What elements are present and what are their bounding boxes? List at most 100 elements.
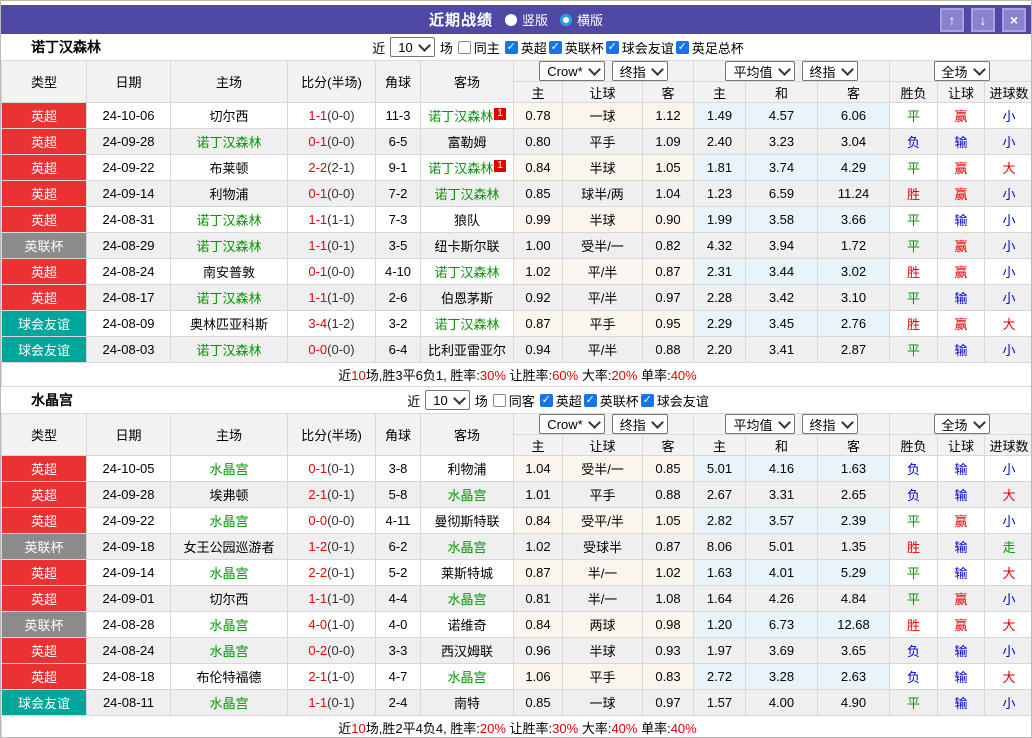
team-name-text: 诺丁汉森林 [196,135,262,150]
average-select[interactable]: 平均值 [725,414,795,434]
result-handicap: 输 [937,336,985,363]
result-goals: 小 [983,637,1031,664]
match-date: 24-09-14 [86,180,171,207]
final-odds-select-2[interactable]: 终指 [801,61,858,81]
score-cell: 4-0(1-0) [287,611,376,638]
window-controls: ↑ ↓ × [940,7,1026,32]
league-filter[interactable]: ✓ 球会友谊 [605,38,674,57]
result-outcome: 胜 [889,258,938,285]
col-home: 主场 [170,60,288,103]
corners: 3-3 [375,637,421,664]
corners: 11-3 [375,102,421,129]
result-goals: 大 [983,481,1031,508]
checkbox-checked-icon[interactable]: ✓ [504,40,518,54]
scope-select-label: 全场 [941,417,968,433]
table-header-row: 类型 日期 主场 比分(半场) 角球 客场 Crow* 终指 平均值 终指 全场 [1,413,1031,456]
summary-row: 近10场,胜3平6负1, 胜率:30% 让胜率:60% 大率:20% 单率:40… [1,362,1031,387]
average-select[interactable]: 平均值 [725,61,795,81]
avg-away-odds: 1.63 [817,455,890,482]
avg-home-odds: 2.72 [693,663,746,690]
bookmaker-select[interactable]: Crow* [539,414,605,434]
checkbox-checked-icon[interactable]: ✓ [640,393,654,407]
league-filter[interactable]: ✓ 英超 [504,38,547,57]
match-date: 24-08-09 [86,310,171,337]
away-team: 诺丁汉森林 1 [420,154,514,181]
result-outcome: 平 [889,102,938,129]
summary-segment: 30% [552,721,579,736]
home-team: 水晶宫 [170,559,288,586]
summary-segment: 20% [611,368,638,383]
match-date: 24-09-22 [86,507,171,534]
checkbox-unchecked-icon[interactable] [457,40,471,54]
league-badge: 英联杯 [1,533,87,560]
sub-handicap-result: 让球 [937,434,985,456]
half-time-score: (0-1) [327,539,355,554]
checkbox-checked-icon[interactable]: ✓ [548,40,562,54]
result-outcome: 负 [889,637,938,664]
move-up-button[interactable]: ↑ [940,7,964,32]
avg-draw-odds: 3.23 [745,128,818,155]
result-outcome: 负 [889,455,938,482]
league-filter[interactable]: ✓ 英超 [539,391,582,410]
match-row: 英超 24-08-24 南安普敦 0-1(0-0) 4-10 诺丁汉森林 1.02 平/半 0.… [1,258,1031,285]
checkbox-checked-icon[interactable]: ✓ [583,393,597,407]
league-filter[interactable]: ✓ 英足总杯 [675,38,744,57]
summary-segment: 大率: [578,721,612,736]
full-time-score: 2-1 [308,487,328,502]
match-date: 24-08-17 [86,284,171,311]
move-down-button[interactable]: ↓ [971,7,995,32]
same-venue-filter[interactable]: 同主 [457,38,500,57]
team-name-text: 诺丁汉森林 [434,265,500,280]
away-team: 诺丁汉森林 [420,310,514,337]
score-cell: 2-2(2-1) [287,154,376,181]
checkbox-checked-icon[interactable]: ✓ [539,393,553,407]
handicap-home-odds: 0.96 [513,637,563,664]
col-type: 类型 [1,413,87,456]
handicap-away-odds: 0.82 [642,232,694,259]
horizontal-layout-radio[interactable]: 横版 [560,10,603,29]
checkbox-checked-icon[interactable]: ✓ [675,40,689,54]
avg-draw-odds: 5.01 [745,533,818,560]
checkbox-unchecked-icon[interactable] [492,393,506,407]
league-filter[interactable]: ✓ 英联杯 [583,391,639,410]
col-home: 主场 [170,413,288,456]
half-time-score: (0-1) [327,238,355,253]
close-button[interactable]: × [1002,7,1026,32]
scope-select[interactable]: 全场 [933,61,990,81]
match-row: 球会友谊 24-08-11 水晶宫 1-1(0-1) 2-4 南特 0.85 一球 0.97 1.… [1,689,1031,716]
handicap-home-odds: 0.85 [513,180,563,207]
final-odds-select[interactable]: 终指 [611,414,668,434]
result-goals: 小 [983,284,1031,311]
checkbox-checked-icon[interactable]: ✓ [605,40,619,54]
away-team: 曼彻斯特联 [420,507,514,534]
home-team: 南安普敦 [170,258,288,285]
result-handicap: 输 [937,637,985,664]
match-count-select[interactable]: 10 [390,37,435,57]
handicap-away-odds: 0.98 [642,611,694,638]
home-team: 诺丁汉森林 [170,336,288,363]
match-row: 英超 24-08-17 诺丁汉森林 1-1(1-0) 2-6 伯恩茅斯 0.92 平/半 0.9… [1,284,1031,311]
match-count-select[interactable]: 10 [425,390,470,410]
final-odds-select-2[interactable]: 终指 [801,414,858,434]
same-venue-filter[interactable]: 同客 [492,391,535,410]
home-team: 女王公园巡游者 [170,533,288,560]
score-cell: 0-1(0-0) [287,128,376,155]
half-time-score: (1-0) [327,591,355,606]
home-team: 埃弗顿 [170,481,288,508]
league-filter[interactable]: ✓ 球会友谊 [640,391,709,410]
radio-icon [504,13,517,26]
bookmaker-select[interactable]: Crow* [539,61,605,81]
match-row: 球会友谊 24-08-03 诺丁汉森林 0-0(0-0) 6-4 比利亚雷亚尔 0.94 平/… [1,336,1031,363]
result-outcome: 平 [889,284,938,311]
result-goals: 小 [983,232,1031,259]
league-filter[interactable]: ✓ 英联杯 [548,38,604,57]
scope-select[interactable]: 全场 [933,414,990,434]
final-odds-select[interactable]: 终指 [611,61,668,81]
avg-away-odds: 1.35 [817,533,890,560]
red-card-count: 1 [494,108,506,120]
summary-segment: 大率: [578,368,612,383]
half-time-score: (2-1) [327,160,355,175]
handicap-line: 平手 [562,128,643,155]
vertical-layout-radio[interactable]: 竖版 [504,10,548,29]
result-handicap: 输 [937,533,985,560]
